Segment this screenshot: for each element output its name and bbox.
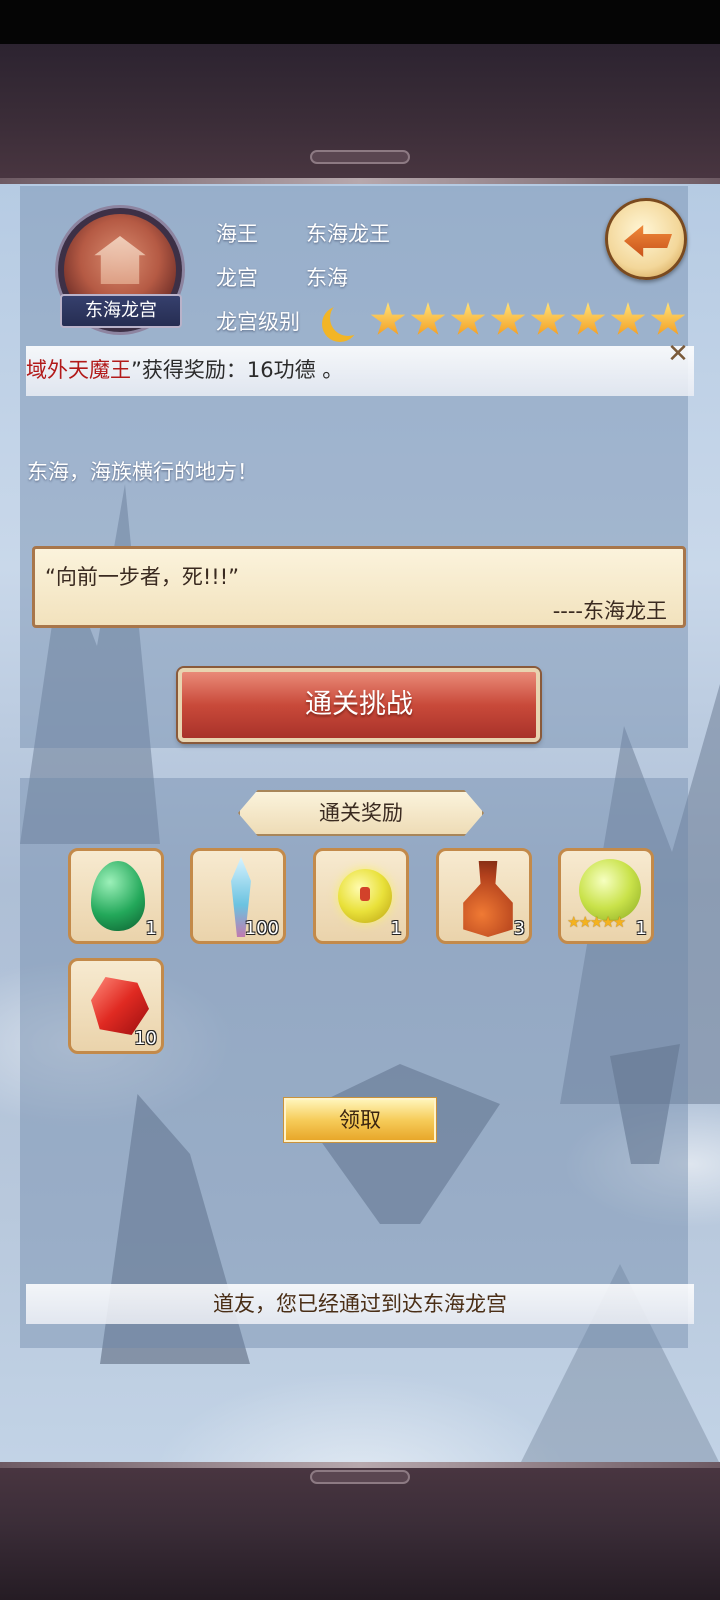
reward-item[interactable]: 100 xyxy=(190,848,286,944)
challenge-button[interactable]: 通关挑战 xyxy=(178,668,540,742)
claim-button[interactable]: 领取 xyxy=(284,1098,436,1142)
bottom-band-edge xyxy=(0,1462,720,1468)
quote-box: “向前一步者，死!!!” ----东海龙王 xyxy=(32,546,686,628)
emblem-label: 东海龙宫 xyxy=(60,294,182,328)
palace-value: 东海 xyxy=(306,266,348,290)
orb-mark xyxy=(360,887,370,901)
moon-icon xyxy=(330,300,366,336)
reward-item[interactable]: 1 xyxy=(68,848,164,944)
status-message: 道友，您已经通过到达东海龙宫 xyxy=(26,1284,694,1324)
item-star-icons: ★★★★★ xyxy=(567,913,626,931)
reward-item[interactable]: ★★★★★ 1 xyxy=(558,848,654,944)
back-button[interactable] xyxy=(605,198,687,280)
item-count: 100 xyxy=(244,918,279,939)
reward-item[interactable]: 3 xyxy=(436,848,532,944)
item-count: 1 xyxy=(390,918,402,939)
sea-king-label: 海王 xyxy=(216,222,258,246)
announcement-marquee: 域外天魔王”获得奖励：16功德 。 xyxy=(26,346,694,396)
star-icon xyxy=(650,302,686,335)
star-icon xyxy=(610,302,646,335)
reward-item[interactable]: 10 xyxy=(68,958,164,1054)
red-gem-icon xyxy=(91,977,149,1035)
item-count: 1 xyxy=(145,918,157,939)
marquee-message: ”获得奖励：16功德 。 xyxy=(131,358,344,382)
star-rating xyxy=(370,302,690,338)
top-frame-band xyxy=(0,44,720,184)
spirit-sphere-icon xyxy=(579,859,641,921)
star-icon xyxy=(410,302,446,335)
palace-emblem: 东海龙宫 xyxy=(52,208,192,332)
palace-label: 龙宫 xyxy=(216,266,258,290)
stage-description: 东海，海族横行的地方！ xyxy=(27,460,258,484)
green-egg-icon xyxy=(91,861,145,931)
marquee-text: 域外天魔王”获得奖励：16功德 。 xyxy=(26,354,343,384)
bottom-ornament xyxy=(310,1470,410,1484)
gourd-icon xyxy=(463,861,513,937)
star-icon xyxy=(530,302,566,335)
star-icon xyxy=(490,302,526,335)
star-icon xyxy=(450,302,486,335)
palace-level-label: 龙宫级别 xyxy=(216,310,300,334)
reward-item[interactable]: 1 xyxy=(313,848,409,944)
item-count: 1 xyxy=(635,918,647,939)
bottom-frame-band xyxy=(0,1462,720,1600)
sea-king-value: 东海龙王 xyxy=(306,222,390,246)
quote-text: “向前一步者，死!!!” xyxy=(45,565,240,589)
star-icon xyxy=(370,302,406,335)
item-count: 10 xyxy=(134,1028,157,1049)
back-arrow-icon xyxy=(624,225,672,257)
reward-title: 通关奖励 xyxy=(238,790,484,836)
status-bar-area xyxy=(0,0,720,44)
item-count: 3 xyxy=(513,918,525,939)
star-icon xyxy=(570,302,606,335)
close-icon[interactable]: ✕ xyxy=(664,340,692,368)
top-ornament xyxy=(310,150,410,164)
marquee-player-name: 域外天魔王 xyxy=(26,358,131,382)
quote-author: ----东海龙王 xyxy=(552,599,667,623)
